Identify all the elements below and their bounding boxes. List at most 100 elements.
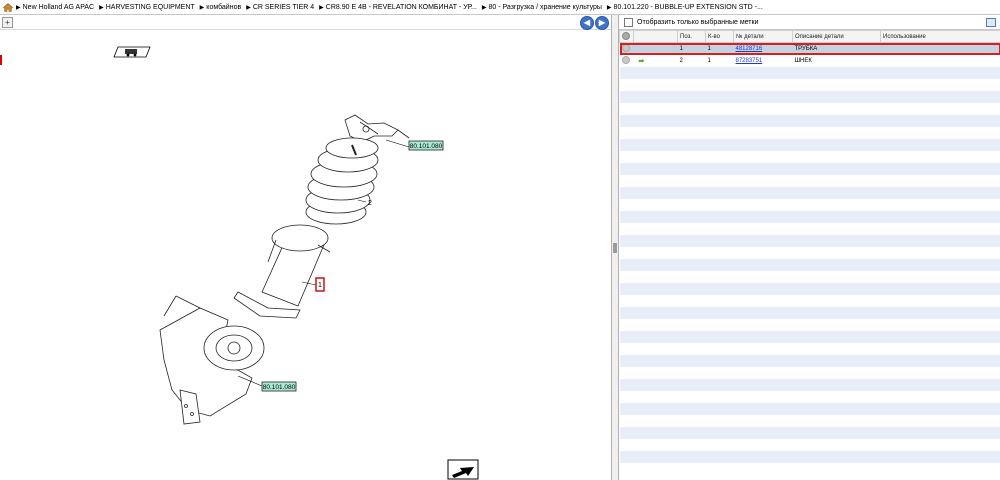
empty-cell <box>620 391 634 403</box>
empty-row <box>619 427 1000 439</box>
empty-cell <box>881 367 1000 379</box>
empty-cell <box>792 211 881 223</box>
empty-cell <box>634 127 678 139</box>
next-arrow-icon[interactable]: ▶ <box>595 16 609 30</box>
breadcrumb-item-series[interactable]: ▶ CR SERIES TIER 4 <box>246 4 314 11</box>
empty-cell <box>734 79 793 91</box>
empty-cell <box>880 427 1000 439</box>
breadcrumb-item-model[interactable]: ▶ CR8.90 E 4B - REVELATION КОМБИНАТ - УР.… <box>319 4 477 11</box>
column-header-usage[interactable]: Использование <box>880 30 1000 43</box>
empty-cell <box>880 211 1000 223</box>
empty-cell <box>634 391 678 403</box>
item-label-auger[interactable]: 2 <box>368 200 372 207</box>
select-all-column[interactable] <box>619 30 634 43</box>
empty-cell <box>733 211 793 223</box>
breadcrumb-label: CR SERIES TIER 4 <box>252 3 315 11</box>
splitter-grip[interactable] <box>613 243 617 253</box>
empty-cell <box>619 379 634 391</box>
empty-cell <box>705 91 734 103</box>
empty-row <box>619 163 1000 175</box>
chevron-right-icon: ▶ <box>481 4 487 11</box>
row-select-icon <box>621 44 630 52</box>
list-options-icon[interactable] <box>986 18 996 27</box>
empty-cell <box>880 67 1000 79</box>
empty-cell <box>677 259 706 271</box>
empty-cell <box>705 331 734 343</box>
row-select-cell[interactable] <box>620 55 634 67</box>
empty-cell <box>792 163 881 175</box>
row-action-cell[interactable]: ➦ <box>634 55 678 67</box>
go-arrow-icon[interactable]: ➦ <box>639 57 645 65</box>
show-selected-checkbox[interactable] <box>624 17 633 27</box>
breadcrumb-item-type[interactable]: ▶ комбайнов <box>200 4 242 11</box>
empty-cell <box>733 379 793 391</box>
empty-cell <box>677 379 706 391</box>
empty-cell <box>706 439 734 451</box>
empty-row <box>619 307 1000 319</box>
empty-cell <box>734 319 793 331</box>
part-number-link[interactable]: 48128716 <box>736 46 763 52</box>
empty-row <box>619 331 1000 343</box>
empty-cell <box>706 295 734 307</box>
empty-cell <box>678 79 706 91</box>
table-row[interactable]: 1 1 48128716 ТРУБКА <box>619 42 1000 55</box>
empty-cell <box>678 103 706 115</box>
callout-top-label: 80.101.080 <box>410 143 443 150</box>
empty-cell <box>734 439 793 451</box>
tube-part <box>233 224 331 319</box>
empty-cell <box>619 187 634 199</box>
expand-icon[interactable]: + <box>2 17 13 28</box>
empty-cell <box>734 103 793 115</box>
column-header-description[interactable]: Описание детали <box>792 30 881 43</box>
empty-cell <box>706 391 734 403</box>
breadcrumb-item-brand[interactable]: ▶ New Holland AG APAC <box>16 4 94 11</box>
part-number-link[interactable]: 87283751 <box>736 58 763 64</box>
empty-cell <box>706 319 734 331</box>
empty-cell <box>705 235 734 247</box>
cell-part-number[interactable]: 48128716 <box>733 42 793 55</box>
empty-cell <box>705 67 734 79</box>
empty-cell <box>705 355 734 367</box>
column-header-qty[interactable]: К-во <box>705 30 734 43</box>
empty-cell <box>705 211 734 223</box>
table-row[interactable]: ➦ 2 1 87283751 ШНЕК <box>620 55 1000 67</box>
empty-cell <box>705 187 734 199</box>
empty-cell <box>678 223 706 235</box>
empty-cell <box>880 283 1000 295</box>
parts-table: Поз. К-во № детали Описание детали Испол… <box>619 30 1000 463</box>
empty-cell <box>619 307 634 319</box>
column-header-part-number[interactable]: № детали <box>733 30 793 43</box>
empty-cell <box>734 127 793 139</box>
cell-part-number[interactable]: 87283751 <box>734 55 793 67</box>
empty-cell <box>678 247 706 259</box>
empty-row <box>620 319 1000 331</box>
home-icon[interactable] <box>3 2 13 12</box>
empty-cell <box>633 187 678 199</box>
empty-cell <box>733 427 793 439</box>
empty-cell <box>677 307 706 319</box>
callout-top[interactable]: 80.101.080 <box>408 140 444 151</box>
breadcrumb-item-category[interactable]: ▶ HARVESTING EQUIPMENT <box>99 4 195 11</box>
empty-cell <box>678 295 706 307</box>
empty-cell <box>734 271 793 283</box>
pane-splitter[interactable] <box>612 15 619 480</box>
go-up-level-icon[interactable] <box>447 459 479 480</box>
callout-bottom[interactable]: 80.101.080 <box>261 381 297 392</box>
empty-cell <box>881 127 1000 139</box>
empty-cell <box>677 283 706 295</box>
empty-cell <box>678 175 706 187</box>
column-header-pos[interactable]: Поз. <box>677 30 706 43</box>
breadcrumb-item-section[interactable]: ▶ 80 - Разгрузка / хранение культуры <box>482 4 602 11</box>
show-selected-label: Отобразить только выбранные метки <box>637 18 759 26</box>
empty-cell <box>619 355 634 367</box>
item-label-tube-box[interactable]: 1 <box>315 277 325 292</box>
empty-cell <box>620 271 634 283</box>
empty-cell <box>793 127 881 139</box>
row-select-cell[interactable] <box>619 42 634 55</box>
empty-cell <box>792 283 881 295</box>
empty-cell <box>793 79 881 91</box>
empty-cell <box>880 451 1000 463</box>
empty-cell <box>634 295 678 307</box>
previous-arrow-icon[interactable]: ◀ <box>580 16 594 30</box>
breadcrumb-item-diagram[interactable]: ▶ 80.101.220 - BUBBLE-UP EXTENSION STD -.… <box>607 4 763 11</box>
